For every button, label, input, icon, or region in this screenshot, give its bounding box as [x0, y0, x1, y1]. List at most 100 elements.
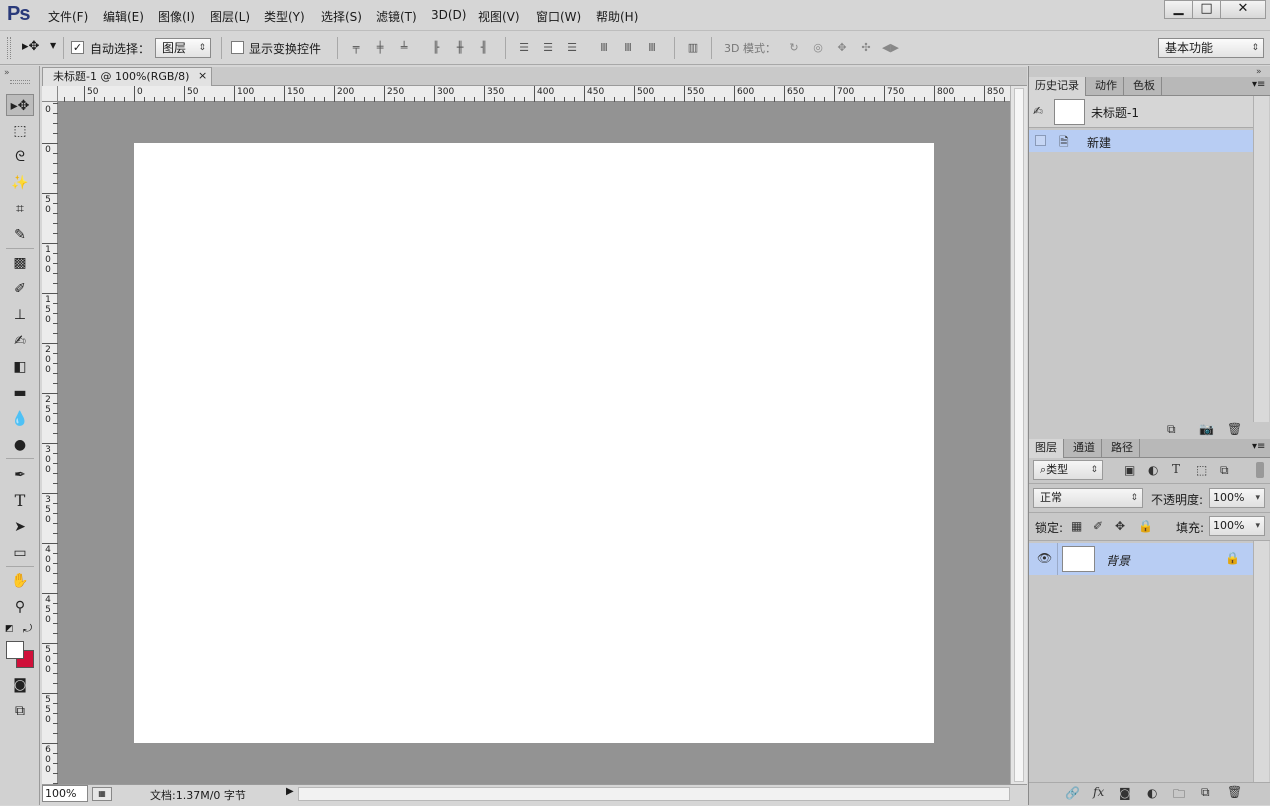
vertical-scrollbar[interactable] — [1010, 86, 1027, 785]
align-left-edges-icon[interactable]: ╟ — [428, 41, 444, 55]
filter-smart-objects-icon[interactable]: ⧉ — [1220, 463, 1229, 478]
rotate-3d-icon[interactable]: ↻ — [786, 41, 802, 55]
add-mask-icon[interactable]: ◙ — [1119, 786, 1131, 800]
delete-layer-trash-icon[interactable]: 🗑 — [1227, 785, 1242, 799]
tab-channels[interactable]: 通道 — [1067, 439, 1102, 458]
tab-paths[interactable]: 路径 — [1105, 439, 1140, 458]
ruler-origin[interactable] — [42, 86, 58, 102]
dodge-tool-icon[interactable]: ● — [6, 434, 34, 456]
distribute-right-edges-icon[interactable]: Ⅲ — [644, 41, 660, 55]
menu-edit[interactable]: 编辑(E) — [103, 8, 144, 25]
zoom-tool-icon[interactable]: ⚲ — [6, 596, 34, 618]
status-preview-icon[interactable]: ▦ — [92, 787, 112, 801]
distribute-vertical-centers-icon[interactable]: ☰ — [540, 41, 556, 55]
align-horizontal-centers-icon[interactable]: ╫ — [452, 41, 468, 55]
move-tool-icon[interactable]: ▸✥ — [6, 94, 34, 116]
fill-input[interactable]: 100% ▾ — [1209, 516, 1265, 536]
history-state-row[interactable]: 🗎 新建 — [1029, 130, 1253, 152]
align-bottom-edges-icon[interactable]: ╧ — [396, 41, 412, 55]
horizontal-scrollbar[interactable] — [298, 787, 1010, 801]
layer-lock-icon[interactable]: 🔒 — [1225, 551, 1240, 565]
blend-mode-dropdown[interactable]: 正常 ⇕ — [1033, 488, 1143, 508]
history-brush-source-icon[interactable]: ✍ — [1033, 104, 1043, 118]
new-layer-icon[interactable]: ⧉ — [1201, 785, 1210, 800]
minimize-button[interactable]: ▁ — [1164, 0, 1193, 19]
history-scrollbar[interactable] — [1253, 96, 1269, 422]
auto-align-layers-icon[interactable]: ▥ — [685, 41, 701, 55]
panel-menu-icon[interactable]: ▾≡ — [1252, 79, 1265, 90]
document-canvas[interactable] — [134, 143, 934, 743]
pen-tool-icon[interactable]: ✒ — [6, 464, 34, 486]
align-right-edges-icon[interactable]: ╢ — [476, 41, 492, 55]
rectangle-tool-icon[interactable]: ▭ — [6, 542, 34, 564]
type-tool-icon[interactable]: T — [6, 490, 34, 512]
new-document-from-state-icon[interactable]: ⧉ — [1167, 422, 1176, 437]
auto-select-checkbox[interactable]: ✓ — [71, 41, 84, 54]
distribute-top-edges-icon[interactable]: ☰ — [516, 41, 532, 55]
menu-image[interactable]: 图像(I) — [158, 8, 195, 25]
tab-actions[interactable]: 动作 — [1089, 77, 1124, 96]
filter-shape-layers-icon[interactable]: ⬚ — [1196, 463, 1207, 477]
visibility-eye-icon[interactable]: 👁 — [1037, 551, 1052, 565]
opacity-input[interactable]: 100% ▾ — [1209, 488, 1265, 508]
clone-stamp-icon[interactable]: ⊥ — [6, 304, 34, 326]
crop-tool-icon[interactable]: ⌗ — [6, 198, 34, 220]
tab-swatches[interactable]: 色板 — [1127, 77, 1162, 96]
filter-adjustment-layers-icon[interactable]: ◐ — [1148, 463, 1158, 477]
panel-menu-icon[interactable]: ▾≡ — [1252, 441, 1265, 452]
document-tab[interactable]: 未标题-1 @ 100%(RGB/8) — [42, 67, 212, 86]
close-tab-icon[interactable]: × — [198, 67, 207, 84]
screen-mode-icon[interactable]: ⧉ — [6, 700, 34, 722]
default-colors-icon[interactable]: ◩ — [5, 624, 14, 634]
layer-style-fx-icon[interactable]: fx — [1093, 785, 1104, 799]
filter-toggle-switch[interactable] — [1256, 462, 1264, 478]
roll-3d-icon[interactable]: ◎ — [810, 41, 826, 55]
distribute-bottom-edges-icon[interactable]: ☰ — [564, 41, 580, 55]
quick-mask-icon[interactable]: ◙ — [6, 674, 34, 696]
history-brush-icon[interactable]: ✍ — [6, 330, 34, 352]
quick-selection-icon[interactable]: ✨ — [6, 172, 34, 194]
workspace-dropdown[interactable]: 基本功能 ⇕ — [1158, 38, 1264, 58]
collapse-dock-icon[interactable]: » — [1256, 67, 1262, 77]
lock-position-icon[interactable]: ✥ — [1115, 519, 1125, 533]
layer-row[interactable]: 👁 背景 🔒 — [1029, 543, 1253, 575]
layers-scrollbar[interactable] — [1253, 541, 1269, 782]
lasso-tool-icon[interactable]: ᘓ — [6, 146, 34, 168]
menu-select[interactable]: 选择(S) — [321, 8, 362, 25]
menu-window[interactable]: 窗口(W) — [536, 8, 581, 25]
rectangular-marquee-icon[interactable]: ⬚ — [6, 120, 34, 142]
layer-filter-dropdown[interactable]: ⌕类型 ⇕ — [1033, 460, 1103, 480]
preset-dropdown-arrow-icon[interactable]: ▼ — [50, 41, 56, 50]
spot-healing-icon[interactable]: ▩ — [6, 252, 34, 274]
align-top-edges-icon[interactable]: ╤ — [348, 41, 364, 55]
lock-all-icon[interactable]: 🔒 — [1138, 519, 1153, 533]
options-grip[interactable] — [7, 37, 11, 59]
tab-layers[interactable]: 图层 — [1029, 439, 1064, 458]
history-snapshot-row[interactable]: ✍ 未标题-1 — [1029, 96, 1253, 128]
close-window-button[interactable]: ✕ — [1220, 0, 1266, 19]
status-menu-arrow-icon[interactable]: ▶ — [286, 786, 294, 797]
lock-transparent-pixels-icon[interactable]: ▦ — [1071, 519, 1082, 533]
adjustment-layer-icon[interactable]: ◐ — [1147, 786, 1157, 800]
new-group-folder-icon[interactable]: 🗀 — [1173, 785, 1185, 806]
toolbox-grip[interactable] — [10, 80, 30, 84]
eraser-tool-icon[interactable]: ◧ — [6, 356, 34, 378]
lock-image-pixels-icon[interactable]: ✐ — [1093, 519, 1103, 533]
menu-3d[interactable]: 3D(D) — [431, 8, 466, 22]
distribute-left-edges-icon[interactable]: Ⅲ — [596, 41, 612, 55]
drag-3d-icon[interactable]: ✥ — [834, 41, 850, 55]
scrollbar-thumb[interactable] — [1014, 88, 1024, 782]
swap-colors-icon[interactable]: ⤾ — [23, 622, 32, 636]
link-layers-icon[interactable]: 🔗 — [1065, 786, 1080, 800]
foreground-color-swatch[interactable] — [6, 641, 24, 659]
tab-history[interactable]: 历史记录 — [1029, 77, 1086, 96]
path-selection-icon[interactable]: ➤ — [6, 516, 34, 538]
hand-tool-icon[interactable]: ✋ — [6, 570, 34, 592]
auto-select-target-dropdown[interactable]: 图层 ⇕ — [155, 38, 211, 58]
filter-type-layers-icon[interactable]: T — [1172, 462, 1180, 476]
show-transform-checkbox[interactable] — [231, 41, 244, 54]
brush-tool-icon[interactable]: ✐ — [6, 278, 34, 300]
zoom-level-input[interactable]: 100% — [42, 785, 88, 802]
collapse-toolbox-icon[interactable]: » — [4, 68, 10, 78]
distribute-horizontal-centers-icon[interactable]: Ⅲ — [620, 41, 636, 55]
